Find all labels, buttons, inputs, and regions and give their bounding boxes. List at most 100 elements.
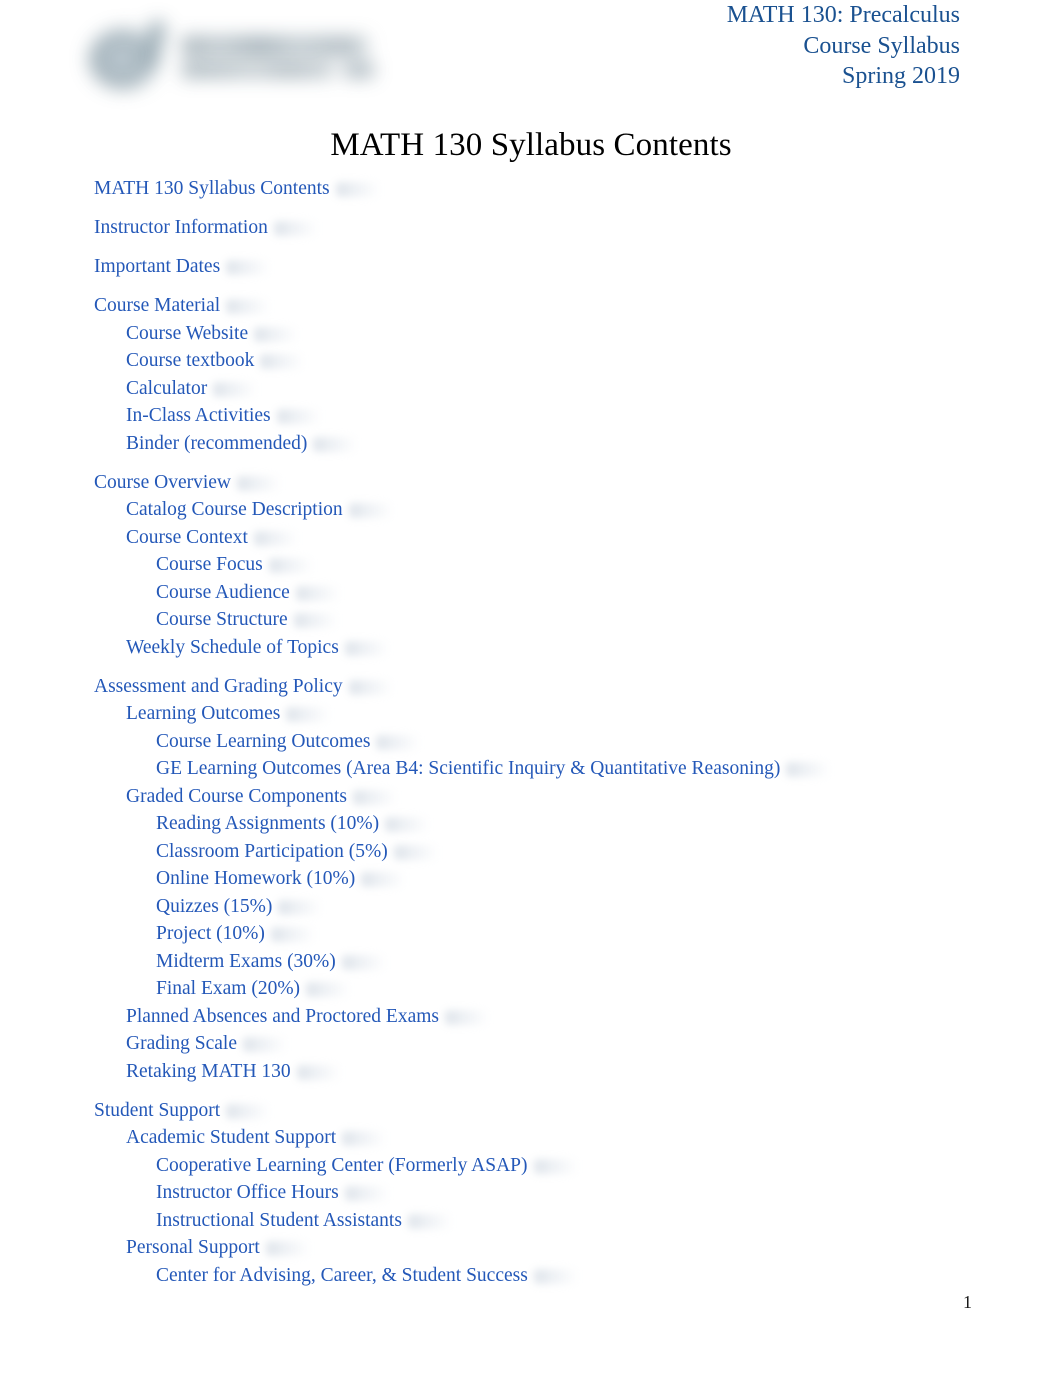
toc-entry[interactable]: Personal Support — [0, 1235, 310, 1261]
toc-entry[interactable]: Course Focus — [0, 552, 313, 578]
toc-entry[interactable]: Course Material — [0, 293, 271, 319]
toc-page-number-redacted — [342, 1131, 387, 1147]
toc-page-number-redacted — [393, 844, 438, 860]
toc-entry[interactable]: Course Structure — [0, 607, 338, 633]
toc-entry-label: Final Exam (20%) — [156, 978, 301, 999]
toc-entry[interactable]: Course textbook — [0, 348, 305, 374]
page-title: MATH 130 Syllabus Contents — [330, 127, 732, 163]
toc-page-number-redacted — [533, 1268, 578, 1284]
toc-entry[interactable]: Instructional Student Assistants — [0, 1208, 452, 1234]
toc-entry[interactable]: Learning Outcomes — [0, 701, 331, 727]
toc-entry[interactable]: Midterm Exams (30%) — [0, 949, 386, 975]
toc-page-number-redacted — [445, 1009, 490, 1025]
toc-entry[interactable]: Planned Absences and Proctored Exams — [0, 1004, 490, 1030]
toc-entry[interactable]: Instructor Office Hours — [0, 1180, 389, 1206]
toc-entry[interactable]: Assessment and Grading Policy — [0, 674, 393, 700]
toc-page-number-redacted — [376, 734, 421, 750]
toc-entry-label: Course Structure — [156, 609, 288, 630]
syllabus-page: MATH 130: Precalculus Course Syllabus Sp… — [0, 0, 1062, 1377]
toc-entry[interactable]: GE Learning Outcomes (Area B4: Scientifi… — [0, 756, 831, 782]
toc-page-number-redacted — [254, 326, 299, 342]
toc-entry[interactable]: Online Homework (10%) — [0, 866, 406, 892]
toc-entry[interactable]: Catalog Course Description — [0, 497, 393, 523]
toc-entry[interactable]: Weekly Schedule of Topics — [0, 635, 389, 661]
toc-page-number-redacted — [243, 1037, 288, 1053]
toc-entry[interactable]: Course Context — [0, 525, 298, 551]
toc-entry-label: Instructor Office Hours — [156, 1182, 339, 1203]
toc-page-number-redacted — [253, 530, 298, 546]
toc-entry-label: Course Learning Outcomes — [156, 730, 371, 752]
toc-entry[interactable]: Course Overview — [0, 470, 282, 496]
toc-page-number-redacted — [278, 899, 323, 915]
toc-page-number-redacted — [273, 221, 318, 237]
page-number: 1 — [963, 1292, 972, 1312]
toc-entry[interactable]: Course Learning Outcomes — [0, 729, 421, 755]
toc-entry[interactable]: Graded Course Components — [0, 784, 397, 810]
toc-entry-label: Important Dates — [94, 256, 221, 277]
toc-page-number-redacted — [226, 299, 271, 315]
toc-entry-label: Reading Assignments (10%) — [156, 813, 380, 834]
toc-entry[interactable]: Binder (recommended) — [0, 431, 358, 457]
toc-page-number-redacted — [265, 1241, 310, 1257]
toc-entry[interactable]: Student Support — [0, 1098, 271, 1124]
toc-entry-label: Center for Advising, Career, & Student S… — [156, 1264, 528, 1286]
toc-entry-label: Student Support — [94, 1099, 221, 1121]
logo-wordmark-bottom-suffix — [344, 62, 374, 78]
toc-entry-label: Retaking MATH 130 — [126, 1060, 291, 1082]
toc-entry[interactable]: Course Audience — [0, 580, 340, 606]
toc-page-number-redacted — [270, 927, 315, 943]
toc-entry[interactable]: Center for Advising, Career, & Student S… — [0, 1263, 578, 1289]
toc-page-number-redacted — [237, 475, 282, 491]
toc-entry-label: Course Website — [126, 322, 249, 344]
toc-entry[interactable]: Cooperative Learning Center (Formerly AS… — [0, 1153, 578, 1179]
toc-entry-label: Academic Student Support — [126, 1127, 337, 1148]
header-course-title: MATH 130: Precalculus — [726, 2, 960, 28]
toc-entry[interactable]: Final Exam (20%) — [0, 976, 351, 1002]
logo-circle-inner-icon — [104, 42, 138, 76]
toc-entry-label: Calculator — [126, 377, 208, 399]
toc-entry[interactable]: Grading Scale — [0, 1031, 288, 1057]
toc-page-number-redacted — [295, 585, 340, 601]
toc-page-number-redacted — [293, 613, 338, 629]
toc-entry-label: Instructional Student Assistants — [156, 1209, 402, 1231]
toc-entry[interactable]: Instructor Information — [0, 215, 318, 241]
toc-entry[interactable]: MATH 130 Syllabus Contents — [0, 176, 380, 202]
header-course-info: MATH 130: Precalculus Course Syllabus Sp… — [727, 0, 960, 92]
toc-page-number-redacted — [306, 982, 351, 998]
toc-entry[interactable]: Quizzes (15%) — [0, 894, 323, 920]
toc-page-number-redacted — [226, 1103, 271, 1119]
toc-entry[interactable]: Important Dates — [0, 254, 271, 280]
university-logo — [78, 12, 378, 104]
logo-wordmark-bottom — [182, 62, 334, 78]
toc-page-number-redacted — [348, 503, 393, 519]
toc-entry-label: Graded Course Components — [126, 785, 347, 807]
toc-page-number-redacted — [226, 260, 271, 276]
toc-entry[interactable]: Academic Student Support — [0, 1125, 387, 1151]
toc-entry[interactable]: Retaking MATH 130 — [0, 1059, 341, 1085]
toc-entry[interactable]: Course Website — [0, 321, 299, 347]
toc-page-number-redacted — [268, 558, 313, 574]
toc-entry-label: Personal Support — [126, 1237, 260, 1258]
header-term: Spring 2019 — [841, 63, 960, 89]
toc-page-number-redacted — [296, 1064, 341, 1080]
toc-entry[interactable]: In-Class Activities — [0, 403, 321, 429]
toc-page-number-redacted — [276, 409, 321, 425]
toc-page-number-redacted — [344, 1186, 389, 1202]
toc-page-number-redacted — [313, 436, 358, 452]
toc-entry[interactable]: Classroom Participation (5%) — [0, 839, 438, 865]
logo-blur-layer — [78, 12, 378, 104]
toc-entry-label: Quizzes (15%) — [156, 895, 273, 917]
toc-entry-label: Classroom Participation (5%) — [156, 840, 388, 862]
logo-wordmark-top — [182, 36, 368, 56]
toc-entry-label: Catalog Course Description — [126, 499, 343, 520]
toc-entry-label: Binder (recommended) — [126, 432, 308, 454]
toc-entry[interactable]: Reading Assignments (10%) — [0, 811, 430, 837]
toc-entry-label: Midterm Exams (30%) — [156, 950, 336, 972]
toc-entry-label: Course textbook — [126, 350, 255, 371]
toc-entry-label: Grading Scale — [126, 1033, 238, 1054]
header-document-type: Course Syllabus — [803, 32, 960, 59]
toc-entry[interactable]: Project (10%) — [0, 921, 315, 947]
toc-entry-label: Learning Outcomes — [126, 703, 281, 724]
toc-entry-label: Planned Absences and Proctored Exams — [126, 1005, 440, 1027]
toc-entry[interactable]: Calculator — [0, 376, 258, 402]
